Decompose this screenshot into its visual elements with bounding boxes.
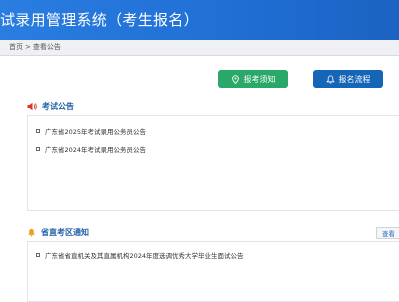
view-more-button[interactable]: 查看 <box>376 227 399 239</box>
district-notices-header: 省直考区通知 <box>27 227 89 238</box>
list-item[interactable]: 广东省省直机关及其直属机构2024年度选调优秀大学毕业生面试公告 <box>36 250 244 260</box>
list-bullet <box>36 129 40 133</box>
exam-notices-header: 考试公告 <box>27 101 74 112</box>
exam-guide-label: 报考须知 <box>243 74 276 84</box>
exam-notices-title: 考试公告 <box>42 102 74 111</box>
list-item[interactable]: 广东省2024年考试录用公务员公告 <box>36 144 146 154</box>
district-notices-panel: 广东省省直机关及其直属机构2024年度选调优秀大学毕业生面试公告 <box>27 241 399 302</box>
breadcrumb: 首页 > 查看公告 <box>0 40 399 56</box>
list-item[interactable]: 广东省2025年考试录用公务员公告 <box>36 126 146 136</box>
exam-guide-button[interactable]: 报考须知 <box>218 70 288 88</box>
speaker-icon <box>27 102 37 111</box>
exam-notices-panel: 广东省2025年考试录用公务员公告 广东省2024年考试录用公务员公告 <box>27 115 399 211</box>
bell-icon <box>325 74 335 83</box>
location-pin-icon <box>231 74 239 84</box>
district-notices-title: 省直考区通知 <box>41 228 89 237</box>
registration-process-label: 报名流程 <box>338 74 371 84</box>
breadcrumb-home[interactable]: 首页 <box>9 43 23 51</box>
registration-process-button[interactable]: 报名流程 <box>313 70 383 88</box>
breadcrumb-separator: > <box>25 43 31 51</box>
notice-link[interactable]: 广东省2025年考试录用公务员公告 <box>45 126 146 136</box>
breadcrumb-current: 查看公告 <box>32 43 61 51</box>
list-bullet <box>36 253 40 257</box>
notice-link[interactable]: 广东省省直机关及其直属机构2024年度选调优秀大学毕业生面试公告 <box>45 250 244 260</box>
notice-link[interactable]: 广东省2024年考试录用公务员公告 <box>45 144 146 154</box>
app-title: 试录用管理系统（考生报名） <box>0 11 199 29</box>
list-bullet <box>36 147 40 151</box>
app-header: 试录用管理系统（考生报名） <box>0 0 399 40</box>
bell-icon <box>28 228 35 237</box>
